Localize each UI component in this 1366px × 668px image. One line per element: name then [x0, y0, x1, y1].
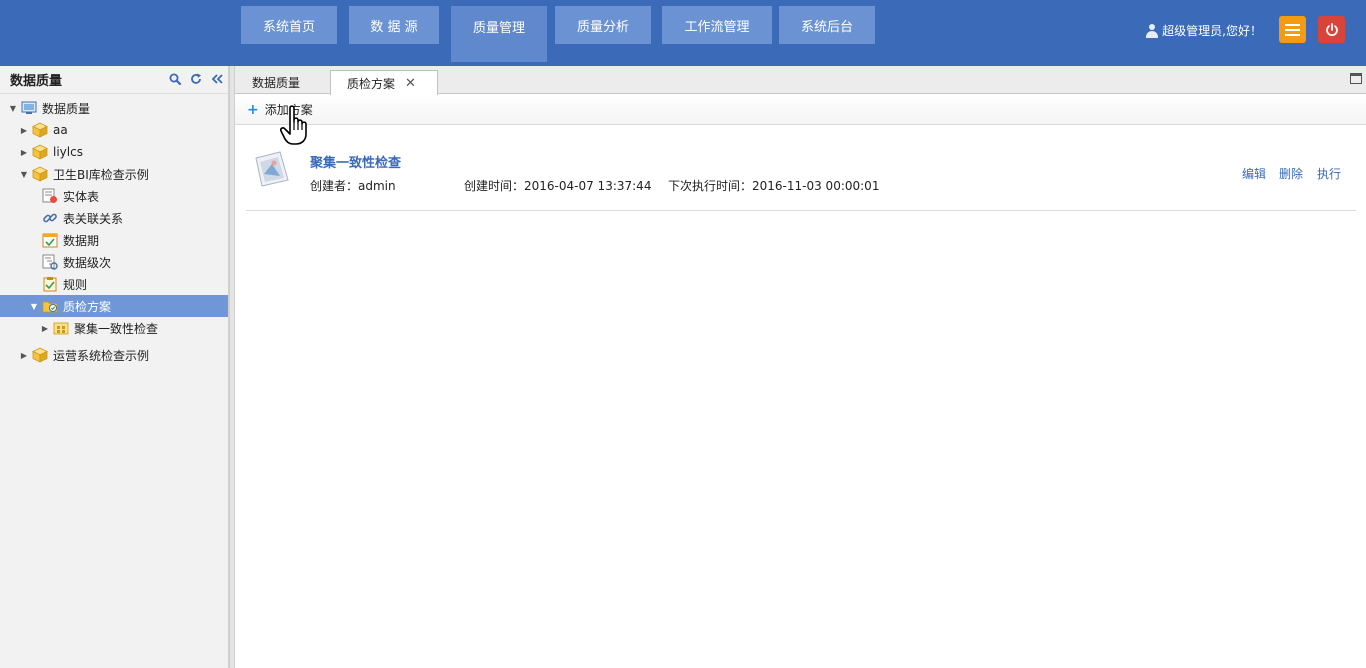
- cube-icon: [32, 166, 48, 182]
- collapsed-arrow-icon[interactable]: ▶: [19, 125, 29, 135]
- cube-icon: [32, 347, 48, 363]
- search-icon[interactable]: [168, 72, 182, 86]
- tree-node-liylcs[interactable]: ▶ liylcs: [0, 141, 228, 163]
- tree-node-ops-system[interactable]: ▶ 运营系统检查示例: [0, 344, 228, 366]
- tab-bar: 数据质量 质检方案 ✕: [235, 66, 1366, 95]
- hamburger-icon[interactable]: [1279, 16, 1306, 43]
- run-link[interactable]: 执行: [1317, 165, 1341, 182]
- nav-workflow[interactable]: 工作流管理: [662, 6, 772, 44]
- rule-icon: [43, 277, 57, 292]
- cube-icon: [32, 122, 48, 138]
- power-icon[interactable]: [1318, 16, 1345, 43]
- toolbar: + 添加方案: [235, 95, 1366, 125]
- tree-node-aggregate-check[interactable]: ▶ 聚集一致性检查: [0, 317, 228, 339]
- collapse-icon[interactable]: [210, 72, 224, 86]
- collapsed-arrow-icon[interactable]: ▶: [40, 323, 50, 333]
- plan-icon: [53, 322, 69, 335]
- plan-creator: 创建者：admin: [310, 179, 396, 193]
- user-icon: [1146, 23, 1159, 38]
- tab-label: 质检方案: [347, 76, 396, 91]
- tree-node-data-quality[interactable]: ▼ 数据质量: [0, 97, 228, 119]
- tree-label: 卫生BI库检查示例: [53, 167, 149, 182]
- tree-label: 数据期: [63, 233, 100, 248]
- tree-label: liylcs: [53, 145, 83, 159]
- power-glyph: [1325, 22, 1338, 36]
- nav-system-admin[interactable]: 系统后台: [779, 6, 875, 44]
- maximize-icon[interactable]: [1350, 73, 1362, 84]
- nav-home[interactable]: 系统首页: [241, 6, 337, 44]
- nav-quality-analysis[interactable]: 质量分析: [555, 6, 651, 44]
- expanded-arrow-icon[interactable]: ▼: [29, 301, 39, 311]
- main-content: 数据质量 质检方案 ✕ + 添加方案 聚集一致性检查 创建者：admin 创建时…: [235, 66, 1366, 668]
- link-icon: [43, 213, 57, 223]
- entity-table-icon: [42, 188, 57, 203]
- tree-label: 表关联关系: [63, 211, 124, 226]
- collapsed-arrow-icon[interactable]: ▶: [19, 147, 29, 157]
- plan-next-run: 下次执行时间：2016-11-03 00:00:01: [668, 179, 880, 193]
- collapsed-arrow-icon[interactable]: ▶: [19, 350, 29, 360]
- tree-label: 数据级次: [63, 255, 112, 270]
- delete-link[interactable]: 删除: [1279, 165, 1303, 182]
- plus-icon: +: [247, 101, 259, 118]
- panel-header: 数据质量: [0, 66, 228, 94]
- tree-label: 规则: [63, 277, 88, 292]
- calendar-icon: [42, 233, 58, 248]
- left-panel: 数据质量 ▼ 数据质量 ▶ aa ▶ liylcs ▼ 卫生BI库检查示例 实体…: [0, 66, 229, 668]
- panel-title: 数据质量: [10, 74, 63, 89]
- plan-created-time: 创建时间：2016-04-07 13:37:44: [464, 179, 652, 193]
- tree-node-rules[interactable]: 规则: [0, 273, 228, 295]
- tree-node-table-relations[interactable]: 表关联关系: [0, 207, 228, 229]
- expanded-arrow-icon[interactable]: ▼: [8, 103, 18, 113]
- nav-datasource[interactable]: 数 据 源: [349, 6, 439, 44]
- folder-check-icon: [42, 301, 58, 313]
- edit-link[interactable]: 编辑: [1242, 165, 1266, 182]
- plan-title-link[interactable]: 聚集一致性检查: [310, 152, 401, 171]
- plan-thumbnail-icon: [255, 151, 289, 187]
- nav-quality-management[interactable]: 质量管理: [451, 6, 547, 62]
- user-greeting: 超级管理员,您好！: [1146, 22, 1262, 39]
- tree-label: 数据质量: [42, 101, 91, 116]
- level-icon: [42, 254, 58, 270]
- plan-list-item: 聚集一致性检查 创建者：admin 创建时间：2016-04-07 13:37:…: [246, 136, 1356, 211]
- expanded-arrow-icon[interactable]: ▼: [19, 169, 29, 179]
- top-header: 系统首页 数 据 源 质量管理 质量分析 工作流管理 系统后台 超级管理员,您好…: [0, 0, 1366, 66]
- tree-node-data-period[interactable]: 数据期: [0, 229, 228, 251]
- greeting-text: 超级管理员,您好！: [1162, 24, 1262, 38]
- close-icon[interactable]: ✕: [405, 76, 416, 91]
- tree-label: 实体表: [63, 189, 100, 204]
- tab-qc-plans[interactable]: 质检方案 ✕: [330, 70, 438, 95]
- tree-label: 质检方案: [63, 299, 112, 314]
- tree-label: 运营系统检查示例: [53, 348, 150, 363]
- tree-node-health-bi[interactable]: ▼ 卫生BI库检查示例: [0, 163, 228, 185]
- tree-node-aa[interactable]: ▶ aa: [0, 119, 228, 141]
- tree-node-qc-plans[interactable]: ▼ 质检方案: [0, 295, 228, 317]
- tree-label: aa: [53, 123, 68, 137]
- monitor-icon: [21, 101, 37, 114]
- tree-node-entity-table[interactable]: 实体表: [0, 185, 228, 207]
- cube-icon: [32, 144, 48, 160]
- tree-label: 聚集一致性检查: [74, 321, 159, 336]
- refresh-icon[interactable]: [189, 72, 203, 86]
- tab-data-quality[interactable]: 数据质量: [245, 70, 331, 94]
- add-plan-button[interactable]: + 添加方案: [247, 101, 313, 118]
- add-plan-label: 添加方案: [264, 103, 313, 117]
- tab-label: 数据质量: [252, 75, 301, 90]
- tree-node-data-level[interactable]: 数据级次: [0, 251, 228, 273]
